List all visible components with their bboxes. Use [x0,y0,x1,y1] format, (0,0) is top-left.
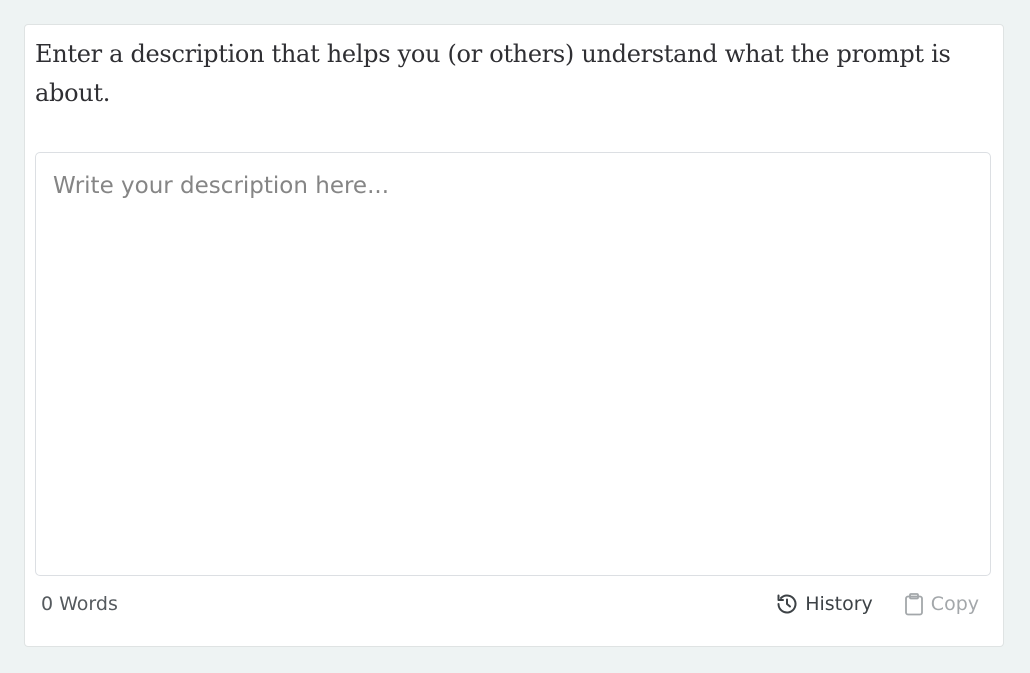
copy-label: Copy [930,593,979,615]
history-icon [775,592,799,616]
description-instructions: Enter a description that helps you (or o… [35,40,951,107]
history-button[interactable]: History [775,592,873,616]
word-count: 0 Words [41,593,118,615]
description-editor[interactable] [35,152,991,576]
description-textarea[interactable] [36,153,990,575]
clipboard-icon [903,592,925,616]
description-card: Enter a description that helps you (or o… [24,24,1004,647]
copy-button[interactable]: Copy [903,592,979,616]
editor-footer: 0 Words History Copy [41,590,979,618]
history-label: History [805,593,873,615]
